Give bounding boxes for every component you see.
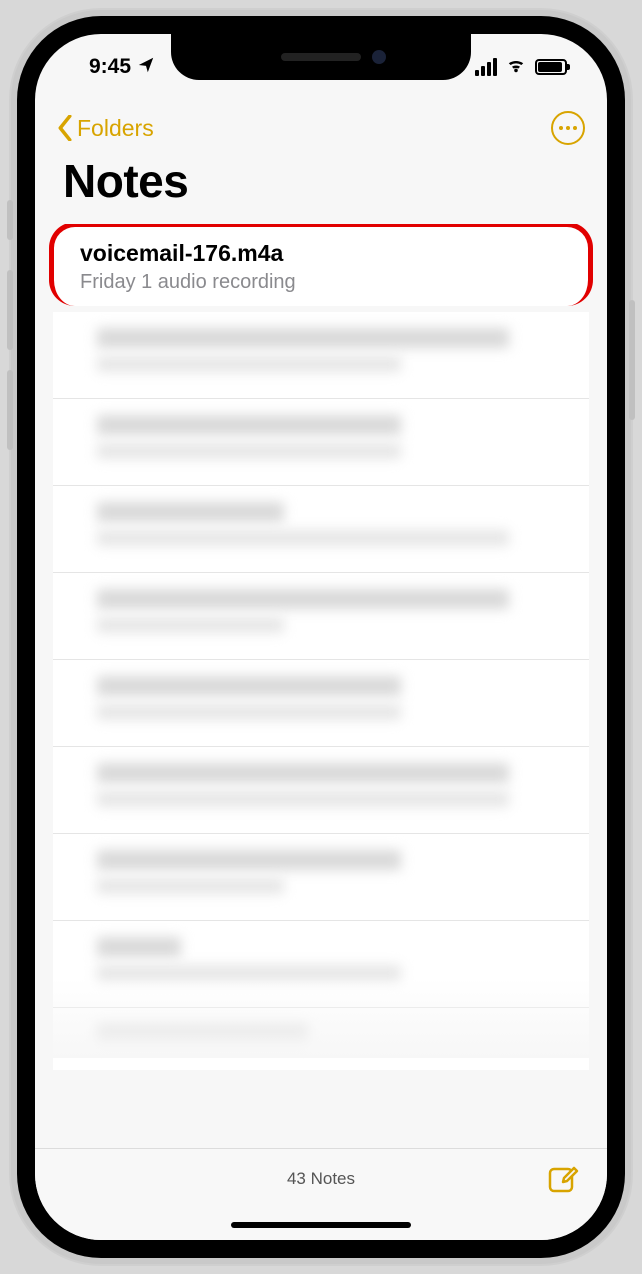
speaker-grille [281, 53, 361, 61]
cellular-signal-icon [475, 58, 497, 76]
note-row-redacted[interactable] [53, 660, 589, 747]
note-row-redacted[interactable] [53, 747, 589, 834]
home-indicator[interactable] [231, 1222, 411, 1228]
note-row-redacted[interactable] [53, 573, 589, 660]
note-row-redacted[interactable] [53, 486, 589, 573]
volume-up-button[interactable] [7, 270, 13, 350]
notes-list[interactable]: voicemail-176.m4a Friday 1 audio recordi… [35, 224, 607, 1148]
note-row-redacted[interactable] [53, 312, 589, 399]
power-button[interactable] [629, 300, 635, 420]
more-options-button[interactable] [551, 111, 585, 145]
note-subtitle: Friday 1 audio recording [80, 271, 562, 294]
battery-icon [535, 59, 567, 75]
page-title: Notes [35, 152, 607, 222]
mute-switch[interactable] [7, 200, 13, 240]
status-time: 9:45 [89, 55, 131, 79]
note-row-redacted[interactable] [53, 834, 589, 921]
note-row-redacted[interactable] [53, 399, 589, 486]
volume-down-button[interactable] [7, 370, 13, 450]
wifi-icon [505, 56, 527, 79]
device-notch [171, 34, 471, 80]
ellipsis-icon [559, 126, 563, 130]
note-title: voicemail-176.m4a [80, 240, 562, 267]
compose-icon [547, 1163, 579, 1195]
chevron-left-icon [57, 115, 73, 141]
note-row-redacted[interactable] [53, 921, 589, 1008]
notes-count-label: 43 Notes [35, 1169, 607, 1189]
note-row[interactable]: voicemail-176.m4a Friday 1 audio recordi… [49, 224, 593, 306]
back-button[interactable]: Folders [57, 115, 154, 142]
note-row-redacted[interactable] [53, 1008, 589, 1070]
back-label: Folders [77, 115, 154, 142]
compose-note-button[interactable] [547, 1163, 579, 1195]
front-camera [372, 50, 386, 64]
location-services-icon [137, 56, 155, 79]
